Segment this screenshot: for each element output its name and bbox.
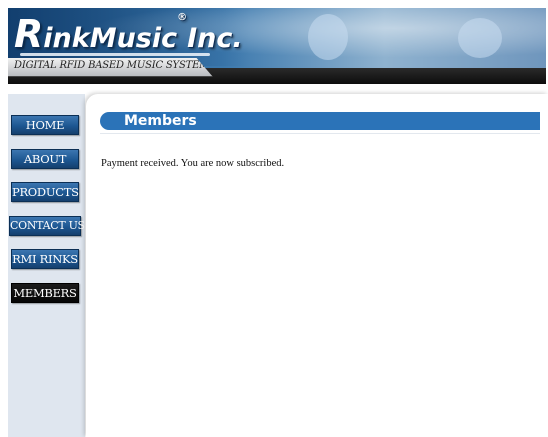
tagline: DIGITAL RFID BASED MUSIC SYSTEMS bbox=[14, 60, 216, 71]
logo-underline bbox=[20, 53, 210, 56]
nav-about-button[interactable]: ABOUT bbox=[11, 149, 79, 169]
tagline-plate: DIGITAL RFID BASED MUSIC SYSTEMS bbox=[8, 58, 213, 77]
nav-contact-button[interactable]: CONTACT US bbox=[9, 216, 85, 236]
main-panel: Members Payment received. You are now su… bbox=[86, 94, 548, 437]
status-message: Payment received. You are now subscribed… bbox=[101, 158, 285, 169]
nav-home-button[interactable]: HOME bbox=[11, 115, 79, 135]
header-banner: RinkMusic®Inc. DIGITAL RFID BASED MUSIC … bbox=[8, 8, 546, 84]
nav-rmi-rinks-button[interactable]: RMI RINKS bbox=[11, 249, 79, 269]
site-logo[interactable]: RinkMusic®Inc. bbox=[14, 12, 243, 56]
section-title-bar: Members bbox=[100, 112, 540, 130]
skater-graphic bbox=[308, 14, 348, 60]
nav-members-button[interactable]: MEMBERS bbox=[11, 283, 79, 303]
skater-graphic bbox=[458, 18, 502, 58]
page-title: Members bbox=[124, 113, 197, 129]
sidebar: HOME ABOUT PRODUCTS CONTACT US RMI RINKS… bbox=[8, 94, 85, 437]
nav-products-button[interactable]: PRODUCTS bbox=[11, 182, 79, 202]
divider bbox=[100, 133, 540, 134]
